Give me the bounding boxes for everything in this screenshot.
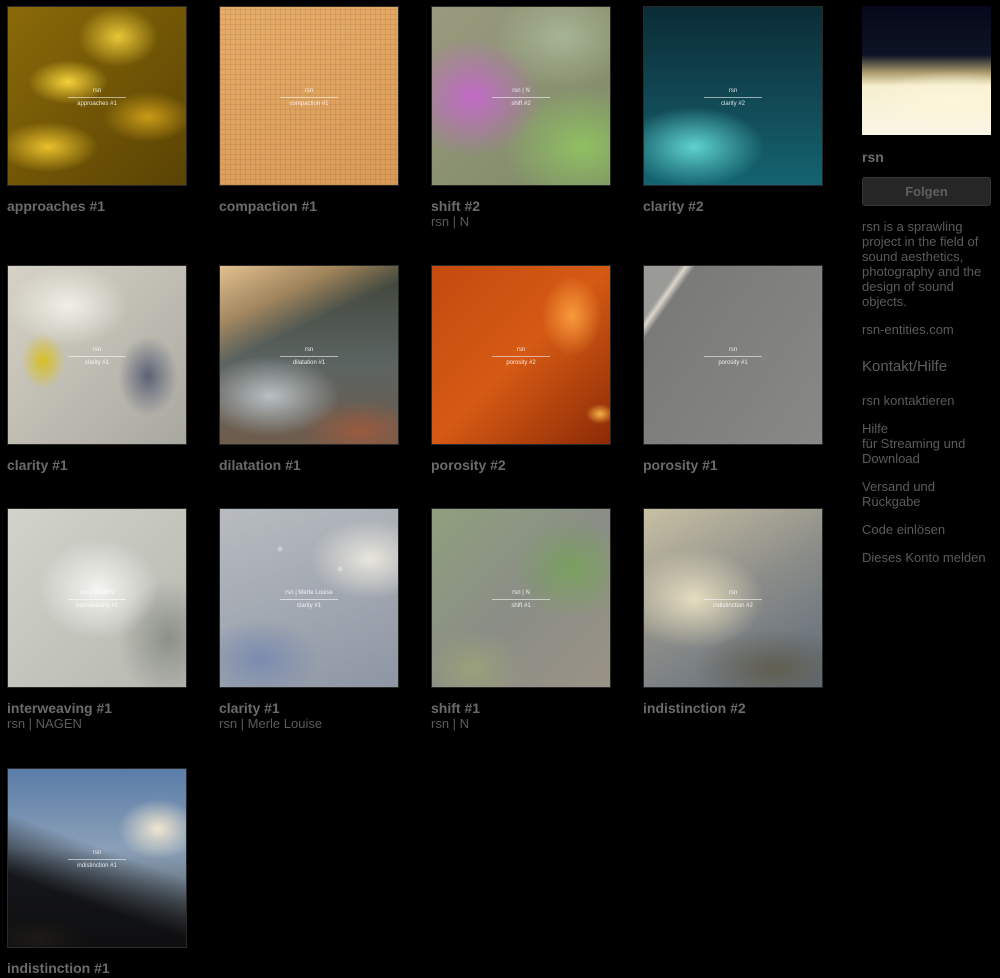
cover-artist: rsn | N (512, 590, 530, 596)
cover-artist: rsn (516, 347, 526, 353)
cover-label: rsn | N shift #1 (432, 589, 610, 610)
report-account-link[interactable]: Dieses Konto melden (862, 550, 992, 565)
album-item[interactable]: rsn dilatation #1 dilatation #1 (219, 265, 400, 473)
cover-title: clarity #2 (720, 101, 745, 107)
shipping-link[interactable]: Versand und Rückgabe (862, 479, 992, 509)
album-title[interactable]: porosity #2 (431, 457, 612, 473)
cover-label: rsn compaction #1 (220, 87, 398, 108)
album-cover[interactable]: rsn indistinction #2 (643, 508, 823, 688)
album-cover[interactable]: rsn clarity #1 (7, 265, 187, 445)
album-title[interactable]: approaches #1 (7, 198, 188, 214)
contact-link[interactable]: rsn kontaktieren (862, 393, 992, 408)
album-title[interactable]: clarity #1 (7, 457, 188, 473)
cover-title: clarity #1 (84, 360, 109, 366)
album-title[interactable]: dilatation #1 (219, 457, 400, 473)
help-link[interactable]: Hilfe für Streaming und Download (862, 421, 992, 466)
album-artist: rsn | N (431, 214, 470, 229)
cover-artist: rsn (728, 590, 738, 596)
album-item[interactable]: rsn clarity #2 clarity #2 (643, 6, 824, 214)
album-cover[interactable]: rsn porosity #1 (643, 265, 823, 445)
album-title[interactable]: porosity #1 (643, 457, 824, 473)
discography-grid: rsn approaches #1 approaches #1 rsn compac… (0, 0, 840, 978)
cover-artist: rsn | Merle Louise (285, 590, 333, 596)
cover-artist: rsn | N (512, 88, 530, 94)
album-cover[interactable]: rsn | Merle Louise clarity #1 (219, 508, 399, 688)
cover-label: rsn indistinction #1 (8, 849, 186, 870)
cover-title: interweaving #1 (75, 603, 119, 609)
album-item[interactable]: rsn | Merle Louise clarity #1 clarity #1 … (219, 508, 400, 732)
album-title[interactable]: shift #2 (431, 198, 612, 214)
help-link-line2: für Streaming und Download (862, 436, 966, 466)
website-link[interactable]: rsn-entities.com (862, 322, 992, 337)
album-title[interactable]: shift #1 (431, 700, 612, 716)
album-title[interactable]: indistinction #1 (7, 960, 188, 976)
album-cover[interactable]: rsn | NAGEN interweaving #1 (7, 508, 187, 688)
cover-label: rsn clarity #1 (8, 346, 186, 367)
album-title[interactable]: interweaving #1 (7, 700, 188, 716)
redeem-code-link[interactable]: Code einlösen (862, 522, 992, 537)
cover-title: compaction #1 (289, 101, 329, 107)
cover-title: shift #2 (511, 101, 531, 107)
cover-label: rsn approaches #1 (8, 87, 186, 108)
cover-label: rsn porosity #2 (432, 346, 610, 367)
contact-heading: Kontakt/Hilfe (862, 358, 948, 375)
cover-artist: rsn (728, 88, 738, 94)
cover-label: rsn | Merle Louise clarity #1 (220, 589, 398, 610)
band-name[interactable]: rsn (862, 149, 992, 165)
album-item[interactable]: rsn indistinction #2 indistinction #2 (643, 508, 824, 716)
album-title[interactable]: compaction #1 (219, 198, 400, 214)
album-cover[interactable]: rsn indistinction #1 (7, 768, 187, 948)
cover-title: porosity #2 (506, 360, 536, 366)
album-artist: rsn | N (431, 716, 470, 731)
album-item[interactable]: rsn | Nshift #1 shift #1 rsn | N (431, 508, 612, 732)
album-cover[interactable]: rsn dilatation #1 (219, 265, 399, 445)
album-item[interactable]: rsn porosity #2 porosity #2 (431, 265, 612, 473)
album-cover[interactable]: rsn | N shift #1 (431, 508, 611, 688)
band-sidebar: rsn Folgen rsn is a sprawling project in… (862, 6, 992, 565)
cover-label: rsn porosity #1 (644, 346, 822, 367)
cover-label: rsn | N shift #2 (432, 87, 610, 108)
cover-label: rsn indistinction #2 (644, 589, 822, 610)
cover-artist: rsn (92, 347, 102, 353)
cover-title: dilatation #1 (292, 360, 326, 366)
cover-title: clarity #1 (296, 603, 321, 609)
album-cover[interactable]: rsn approaches #1 (7, 6, 187, 186)
cover-title: indistinction #1 (77, 863, 117, 869)
album-item[interactable]: rsn | Nshift #2 shift #2 rsn | N (431, 6, 612, 230)
album-title[interactable]: clarity #1 (219, 700, 400, 716)
album-item[interactable]: rsn clarity #1 clarity #1 (7, 265, 188, 473)
album-artist: rsn | Merle Louise (219, 716, 323, 731)
album-artist: rsn | NAGEN (7, 716, 82, 731)
album-cover[interactable]: rsn clarity #2 (643, 6, 823, 186)
shipping-link-line2: Rückgabe (862, 494, 921, 509)
follow-button[interactable]: Folgen (862, 177, 991, 206)
cover-artist: rsn | NAGEN (79, 590, 115, 596)
cover-title: approaches #1 (77, 101, 117, 107)
album-cover[interactable]: rsn | N shift #2 (431, 6, 611, 186)
cover-artist: rsn (304, 88, 314, 94)
cover-artist: rsn (304, 347, 314, 353)
cover-title: shift #1 (511, 603, 531, 609)
album-item[interactable]: rsn compaction #1 compaction #1 (219, 6, 400, 214)
album-item[interactable]: rsn porosity #1 porosity #1 (643, 265, 824, 473)
cover-artist: rsn (92, 88, 102, 94)
help-link-line1: Hilfe (862, 421, 889, 436)
album-title[interactable]: clarity #2 (643, 198, 824, 214)
cover-artist: rsn (728, 347, 738, 353)
cover-title: porosity #1 (718, 360, 748, 366)
shipping-link-line1: Versand und (862, 479, 936, 494)
album-item[interactable]: rsn approaches #1 approaches #1 (7, 6, 188, 214)
cover-label: rsn | NAGEN interweaving #1 (8, 589, 186, 610)
cover-label: rsn clarity #2 (644, 87, 822, 108)
album-cover[interactable]: rsn compaction #1 (219, 6, 399, 186)
album-item[interactable]: rsn indistinction #1 indistinction #1 (7, 768, 188, 976)
album-title[interactable]: indistinction #2 (643, 700, 824, 716)
album-item[interactable]: rsn | NAGEN interweaving #1 interweaving … (7, 508, 188, 732)
album-cover[interactable]: rsn porosity #2 (431, 265, 611, 445)
cover-title: indistinction #2 (713, 603, 753, 609)
band-photo[interactable] (862, 6, 991, 135)
cover-artist: rsn (92, 850, 102, 856)
band-bio: rsn is a sprawling project in the field … (862, 219, 982, 309)
cover-label: rsn dilatation #1 (220, 346, 398, 367)
